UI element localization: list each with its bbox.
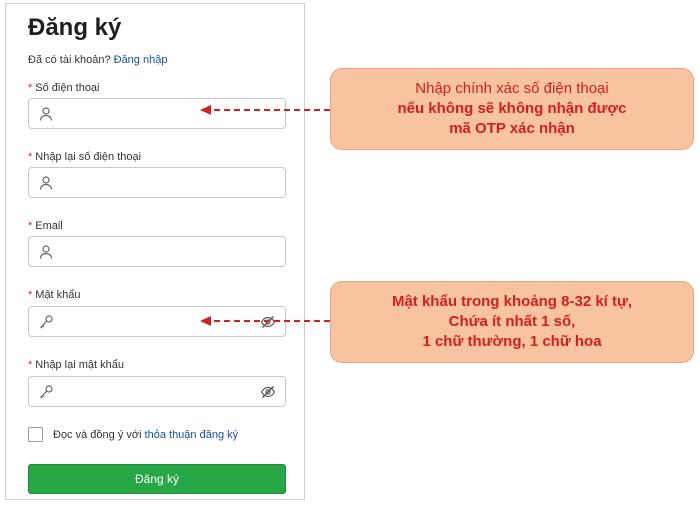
password-callout-line-1: Mật khẩu trong khoảng 8-32 kí tự, bbox=[391, 293, 633, 310]
password-arrow-head bbox=[200, 316, 211, 326]
phone-arrow-head bbox=[200, 105, 211, 115]
password-callout-line-2: Chứa ít nhất 1 số, bbox=[448, 313, 576, 330]
phone-callout-line-1: Nhập chính xác số điện thoại bbox=[415, 80, 609, 97]
password-callout: Mật khẩu trong khoảng 8-32 kí tự, Chứa í… bbox=[330, 281, 694, 363]
phone-callout-line-2: nếu không sẽ không nhận được bbox=[397, 100, 627, 117]
phone-callout-line-3: mã OTP xác nhận bbox=[449, 120, 575, 137]
phone-callout: Nhập chính xác số điện thoại nếu không s… bbox=[330, 68, 694, 150]
password-callout-line-3: 1 chữ thường, 1 chữ hoa bbox=[422, 333, 602, 350]
